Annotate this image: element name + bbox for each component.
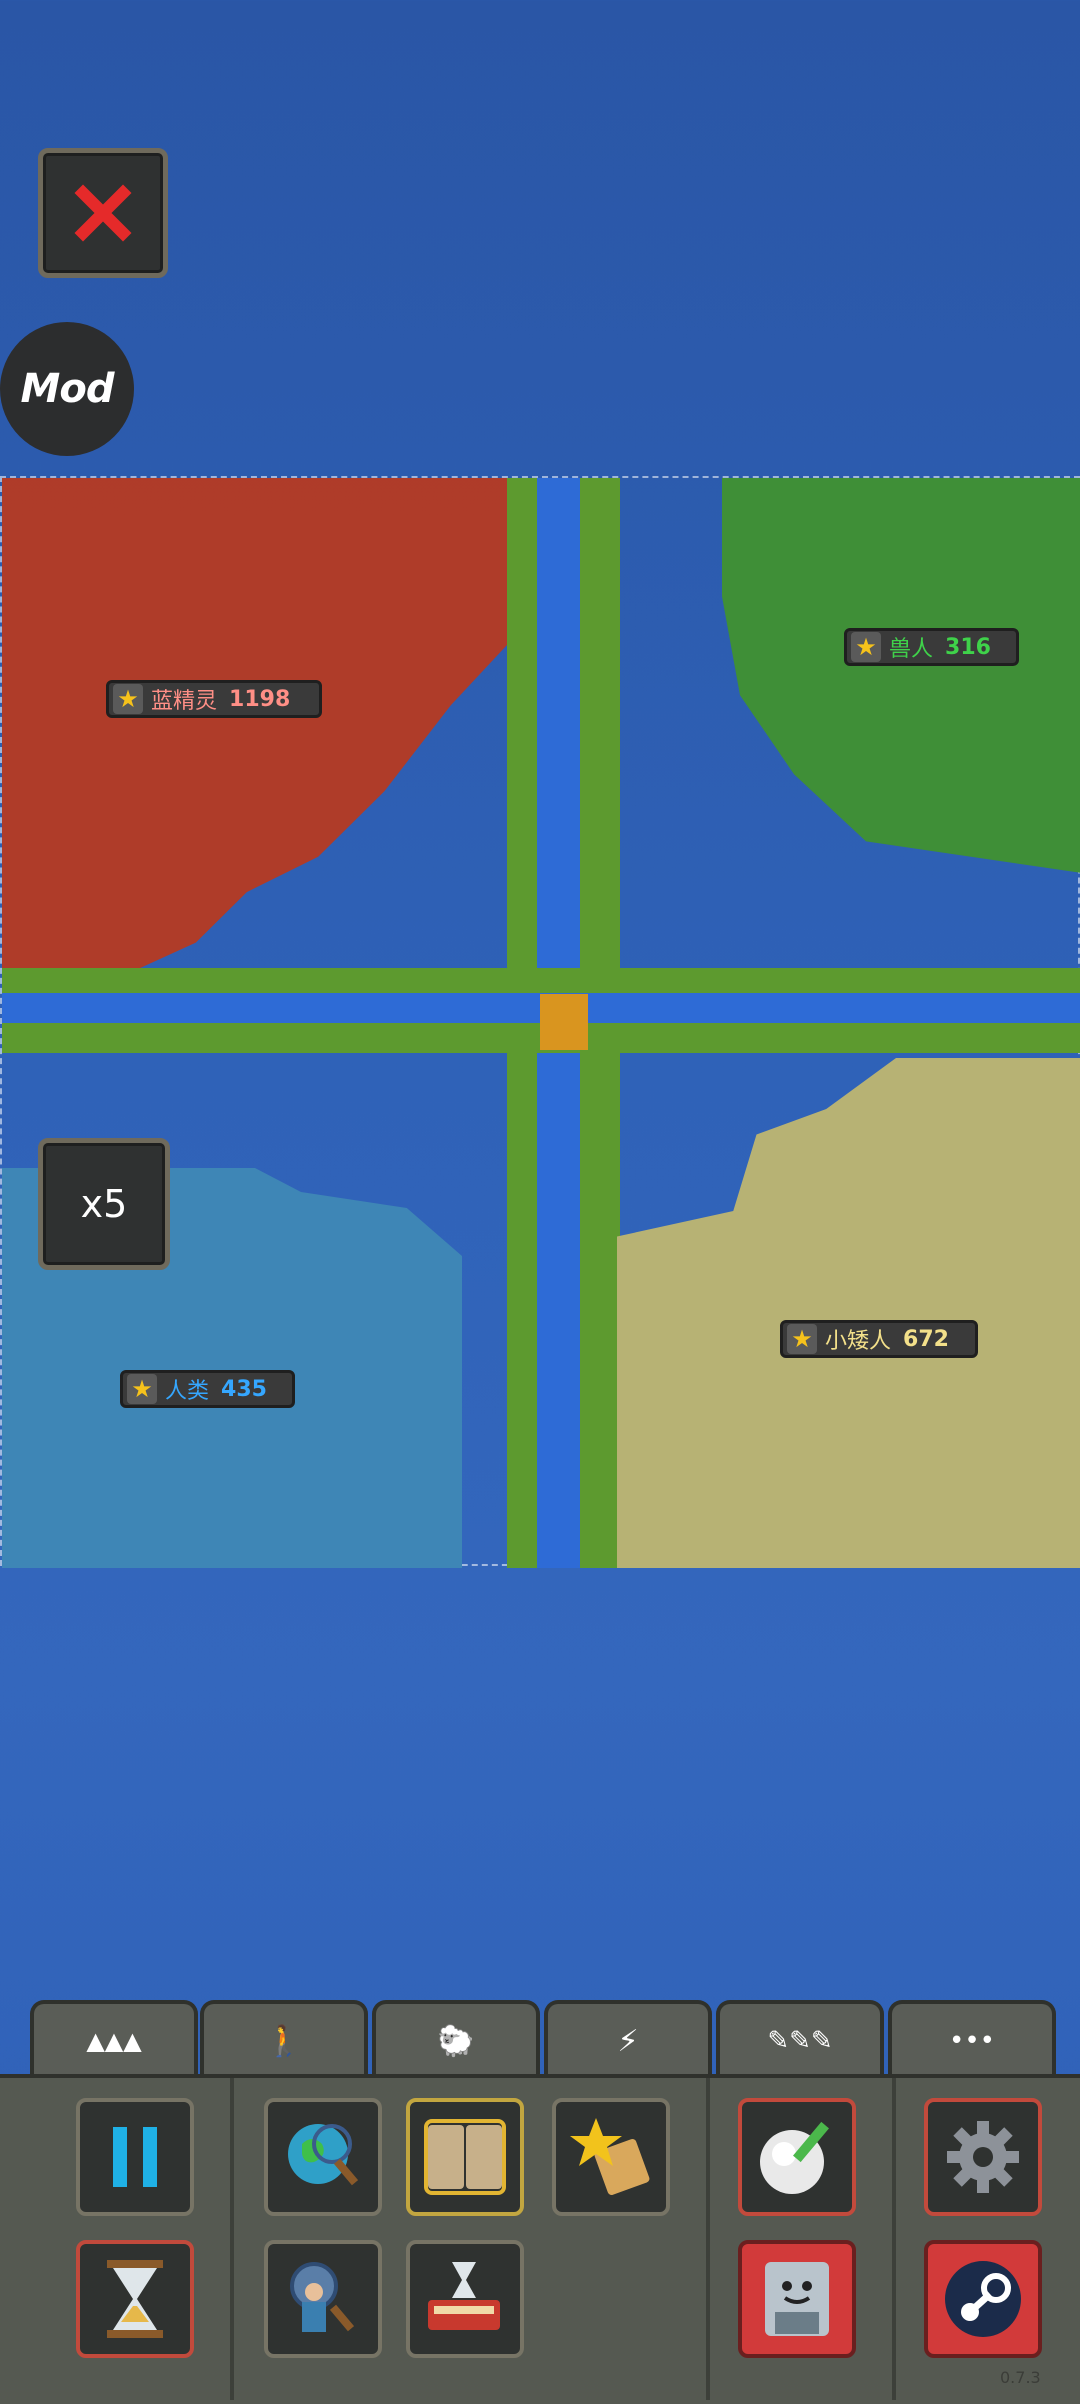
star-icon: ★ bbox=[127, 1374, 157, 1404]
drawing-tools-icon: ✎✎✎ bbox=[767, 2026, 833, 2056]
world-info-button[interactable] bbox=[264, 2098, 382, 2216]
tool-tab-bar: ▲▲▲ 🚶 🐑 ⚡ ✎✎✎ ••• bbox=[0, 2000, 1080, 2080]
panel-divider bbox=[892, 2078, 896, 2400]
tab-animals[interactable]: 🐑 bbox=[372, 2000, 540, 2078]
time-button[interactable] bbox=[76, 2240, 194, 2358]
tab-creatures[interactable]: 🚶 bbox=[200, 2000, 368, 2078]
history-book-icon bbox=[424, 2119, 506, 2195]
kingdom-population: 672 bbox=[903, 1326, 949, 1352]
tab-terrain[interactable]: ▲▲▲ bbox=[30, 2000, 198, 2078]
unit-search-icon bbox=[290, 2262, 355, 2332]
close-button[interactable] bbox=[38, 148, 168, 278]
steam-icon bbox=[945, 2261, 1021, 2337]
edit-pencil-icon bbox=[760, 2121, 829, 2194]
panel-divider bbox=[230, 2078, 234, 2400]
kingdom-label-humans[interactable]: ★ 人类 435 bbox=[120, 1370, 295, 1408]
disaster-icon: ⚡ bbox=[617, 2023, 639, 2059]
star-icon: ★ bbox=[851, 632, 881, 662]
hourglass-icon bbox=[107, 2260, 163, 2338]
star-icon: ★ bbox=[787, 1324, 817, 1354]
version-label: 0.7.3 bbox=[1000, 2368, 1041, 2387]
achievements-icon bbox=[570, 2118, 650, 2196]
tab-drawing-tools[interactable]: ✎✎✎ bbox=[716, 2000, 884, 2078]
animal-icon: 🐑 bbox=[437, 2023, 475, 2059]
settings-button[interactable] bbox=[924, 2098, 1042, 2216]
save-button[interactable] bbox=[738, 2240, 856, 2358]
mod-button[interactable]: Mod bbox=[0, 322, 134, 456]
more-icon: ••• bbox=[948, 2026, 995, 2056]
kingdom-name: 小矮人 bbox=[825, 1329, 892, 1354]
world-laws-button[interactable] bbox=[406, 2240, 524, 2358]
history-book-button[interactable] bbox=[406, 2098, 524, 2216]
kingdom-label-orcs[interactable]: ★ 兽人 316 bbox=[844, 628, 1019, 666]
kingdom-population: 316 bbox=[945, 634, 991, 660]
crossroad-tile bbox=[540, 994, 588, 1050]
tab-more[interactable]: ••• bbox=[888, 2000, 1056, 2078]
pause-button[interactable] bbox=[76, 2098, 194, 2216]
edit-button[interactable] bbox=[738, 2098, 856, 2216]
kingdom-name: 兽人 bbox=[889, 637, 934, 662]
speed-button[interactable]: x5 bbox=[38, 1138, 170, 1270]
kingdom-label-dwarves[interactable]: ★ 小矮人 672 bbox=[780, 1320, 978, 1358]
close-icon bbox=[74, 184, 132, 242]
star-icon: ★ bbox=[113, 684, 143, 714]
tab-disasters[interactable]: ⚡ bbox=[544, 2000, 712, 2078]
steam-button[interactable] bbox=[924, 2240, 1042, 2358]
save-icon bbox=[765, 2262, 829, 2336]
kingdom-label-blue-elves[interactable]: ★ 蓝精灵 1198 bbox=[106, 680, 322, 718]
kingdom-name: 蓝精灵 bbox=[151, 689, 218, 714]
world-info-icon bbox=[288, 2124, 359, 2186]
kingdom-population: 435 bbox=[221, 1376, 267, 1402]
mountains-icon: ▲▲▲ bbox=[86, 2027, 142, 2055]
panel-divider bbox=[706, 2078, 710, 2400]
pause-icon bbox=[113, 2127, 157, 2187]
achievements-button[interactable] bbox=[552, 2098, 670, 2216]
kingdom-name: 人类 bbox=[165, 1379, 210, 1404]
kingdom-area-blue-elves bbox=[2, 478, 512, 983]
gear-icon bbox=[947, 2121, 1019, 2193]
unit-search-button[interactable] bbox=[264, 2240, 382, 2358]
kingdom-area-orcs bbox=[722, 478, 1080, 873]
kingdom-area-dwarves bbox=[617, 1058, 1080, 1568]
human-icon: 🚶 bbox=[265, 2023, 303, 2059]
world-laws-icon bbox=[428, 2262, 500, 2330]
kingdom-population: 1198 bbox=[229, 686, 291, 712]
